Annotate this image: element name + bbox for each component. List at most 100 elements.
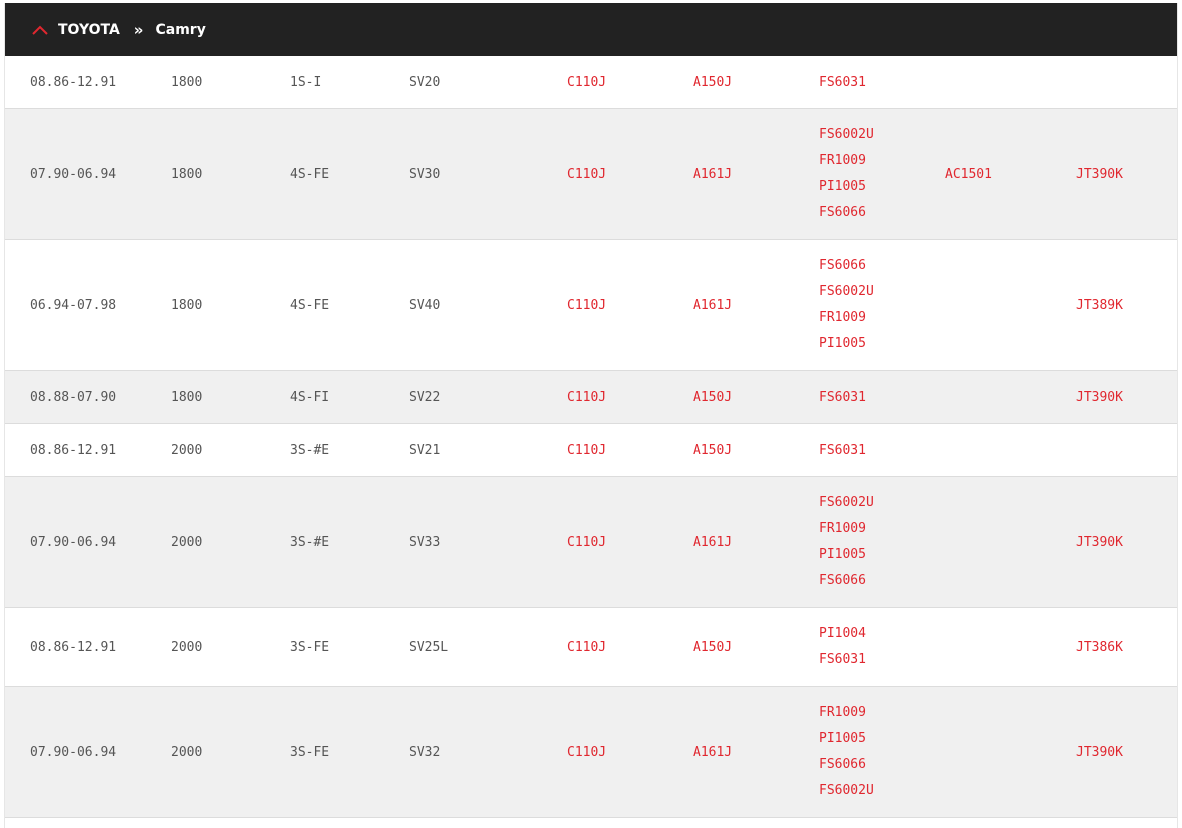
part-fs-link[interactable]: FS6066 [819,752,945,778]
part-jt-cell: JT390K [1076,745,1166,760]
part-a-cell: A161J [693,298,819,313]
part-a-cell: A150J [693,390,819,405]
part-jt-cell: JT389K [1076,298,1166,313]
engine-capacity: 2000 [171,639,203,655]
part-c-link[interactable]: C110J [567,75,693,90]
part-c-link[interactable]: C110J [567,167,693,182]
part-jt-link[interactable]: JT386K [1076,640,1166,655]
part-fs-link[interactable]: PI1005 [819,542,945,568]
table-row: 06.94-07.98 1800 4S-FE SV40 C110J A161J FS6066… [5,240,1177,371]
engine-code: 4S-FI [290,389,330,405]
part-fs-link[interactable]: FS6066 [819,568,945,594]
part-a-link[interactable]: A150J [693,443,819,458]
part-fs-link[interactable]: FS6002U [819,122,945,148]
model-code: SV22 [409,389,441,405]
part-fs-cell: FS6066 FS6002U FR1009 PI1005 [819,240,945,370]
part-fs-cell: FS6002U FR1009 PI1005 FS6066 [819,109,945,239]
model-code: SV33 [409,534,441,550]
part-fs-cell: FS6031 [819,390,945,405]
part-jt-link[interactable]: JT390K [1076,167,1166,182]
table-row: 08.86-12.91 2000 3S-#E SV21 C110J A150J FS6031 [5,424,1177,477]
part-c-link[interactable]: C110J [567,535,693,550]
part-a-link[interactable]: A161J [693,167,819,182]
part-a-link[interactable]: A161J [693,745,819,760]
chevron-up-icon[interactable] [31,23,49,37]
model-code: SV21 [409,442,441,458]
part-c-link[interactable]: C110J [567,745,693,760]
part-fs-link[interactable]: FS6031 [819,443,945,458]
part-jt-cell: JT386K [1076,640,1166,655]
model-code: SV30 [409,166,441,182]
breadcrumb-model[interactable]: Camry [156,22,206,38]
part-fs-cell: FS6031 [819,75,945,90]
part-fs-link[interactable]: PI1004 [819,621,945,647]
part-fs-link[interactable]: PI1005 [819,331,945,357]
part-fs-link[interactable]: FR1009 [819,516,945,542]
table-row: 08.88-07.90 1800 4S-FI SV22 C110J A150J FS6031… [5,371,1177,424]
part-fs-cell: FS6031 [819,443,945,458]
part-fs-link[interactable]: FS6002U [819,490,945,516]
part-c-cell: C110J [567,298,693,313]
part-c-cell: C110J [567,745,693,760]
table-row: 08.86-12.91 2000 3S-FE SV25L C110J A150J PI100… [5,608,1177,687]
part-fs-cell: FR1009 PI1005 FS6066 FS6002U [819,687,945,817]
part-a-link[interactable]: A161J [693,298,819,313]
model-code: SV32 [409,744,441,760]
part-jt-link[interactable]: JT390K [1076,535,1166,550]
part-c-link[interactable]: C110J [567,298,693,313]
part-a-link[interactable]: A161J [693,535,819,550]
part-fs-link[interactable]: PI1005 [819,726,945,752]
part-a-link[interactable]: A150J [693,75,819,90]
part-fs-link[interactable]: FS6031 [819,390,945,405]
engine-code: 4S-FE [290,166,330,182]
part-fs-link[interactable]: FS6066 [819,200,945,226]
production-date: 08.86-12.91 [30,74,117,90]
part-c-link[interactable]: C110J [567,443,693,458]
part-fs-link[interactable]: FR1009 [819,148,945,174]
part-c-link[interactable]: C110J [567,390,693,405]
breadcrumb-separator: » [133,20,144,39]
engine-code: 3S-#E [290,442,330,458]
part-jt-link[interactable]: JT390K [1076,745,1166,760]
breadcrumb-make[interactable]: TOYOTA [58,22,120,38]
part-jt-link[interactable]: JT389K [1076,298,1166,313]
production-date: 07.90-06.94 [30,166,117,182]
engine-code: 4S-FE [290,297,330,313]
part-a-cell: A150J [693,443,819,458]
part-jt-link[interactable]: JT390K [1076,390,1166,405]
part-fs-link[interactable]: FS6066 [819,253,945,279]
part-a-cell: A161J [693,745,819,760]
part-fs-link[interactable]: FR1009 [819,305,945,331]
part-a-link[interactable]: A150J [693,640,819,655]
part-a-link[interactable]: A150J [693,390,819,405]
table-row: 07.90-06.94 2000 3S-#E SV33 C110J A161J FS6002… [5,477,1177,608]
engine-capacity: 1800 [171,389,203,405]
table-row: 07.90-06.94 1800 4S-FE SV30 C110J A161J FS6002… [5,109,1177,240]
part-jt-cell: JT390K [1076,535,1166,550]
collapse-header[interactable]: TOYOTA » Camry [5,3,1177,56]
engine-code: 1S-I [290,74,322,90]
part-c-link[interactable]: C110J [567,640,693,655]
engine-capacity: 1800 [171,166,203,182]
part-fs-link[interactable]: PI1005 [819,174,945,200]
part-a-cell: A161J [693,167,819,182]
parts-table-panel: TOYOTA » Camry 08.86-12.91 1800 1S-I SV20 C1… [4,3,1178,828]
part-c-cell: C110J [567,75,693,90]
part-ac-link[interactable]: AC1501 [945,167,1076,182]
table-row: 08.86-12.91 1800 1S-I SV20 C110J A150J FS6031 [5,56,1177,109]
part-fs-link[interactable]: FS6002U [819,778,945,804]
part-c-cell: C110J [567,443,693,458]
production-date: 06.94-07.98 [30,297,117,313]
part-c-cell: C110J [567,535,693,550]
part-fs-cell: FS6002U FR1009 PI1005 FS6066 [819,477,945,607]
model-code: SV25L [409,639,449,655]
part-fs-link[interactable]: FS6002U [819,279,945,305]
production-date: 08.86-12.91 [30,639,117,655]
part-fs-link[interactable]: FS6031 [819,647,945,673]
part-fs-link[interactable]: FS6031 [819,75,945,90]
parts-rows: 08.86-12.91 1800 1S-I SV20 C110J A150J FS6031 0… [5,56,1177,818]
engine-capacity: 2000 [171,534,203,550]
engine-code: 3S-#E [290,534,330,550]
part-fs-link[interactable]: FR1009 [819,700,945,726]
engine-capacity: 1800 [171,297,203,313]
